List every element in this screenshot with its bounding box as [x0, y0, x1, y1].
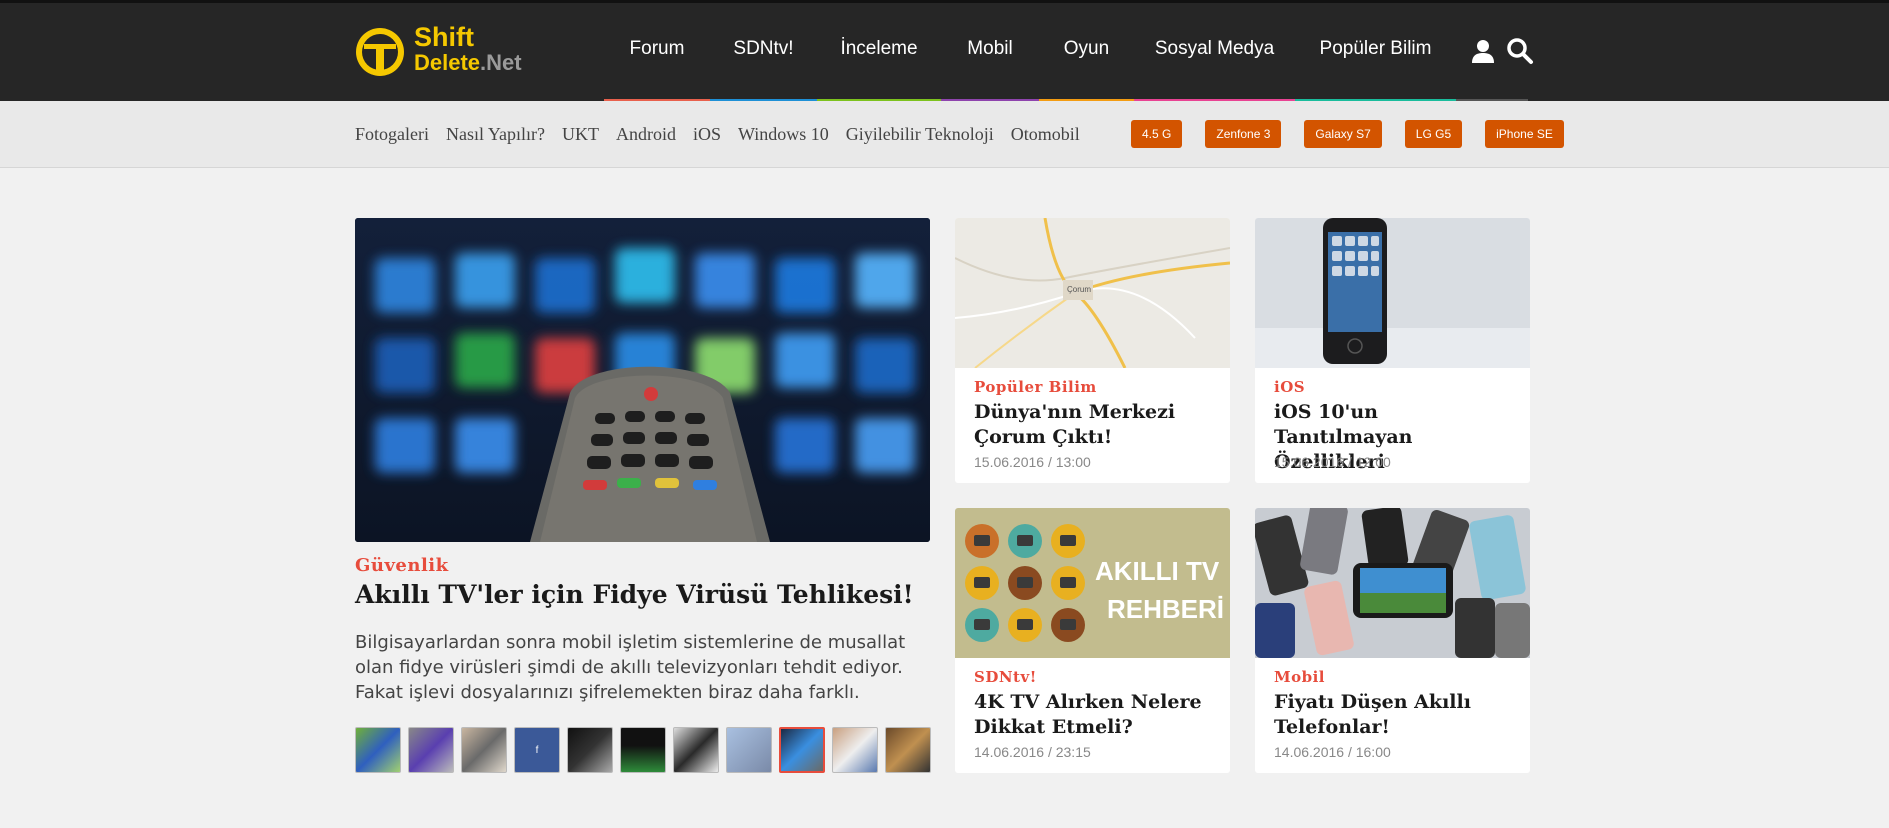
search-icon[interactable]	[1506, 37, 1534, 65]
map-city-label: Çorum	[1067, 285, 1091, 294]
logo-mark-icon	[356, 28, 404, 76]
sub-nav-fotogaleri[interactable]: Fotogaleri	[355, 124, 429, 145]
article-card[interactable]: Mobil Fiyatı Düşen Akıllı Telefonlar! 14…	[1255, 508, 1530, 773]
card-category[interactable]: Popüler Bilim	[974, 378, 1097, 396]
thumbnail[interactable]	[355, 727, 401, 773]
card-date: 15.06.2016 / 12:00	[1274, 454, 1391, 470]
article-card[interactable]: AKILLI TV REHBERİ SDNtv! 4K TV Alırken N…	[955, 508, 1230, 773]
tv-guide-line2: REHBERİ	[1107, 594, 1224, 624]
nav-label: İnceleme	[840, 38, 918, 59]
card-title[interactable]: Dünya'nın Merkezi Çorum Çıktı!	[974, 400, 1219, 450]
hero-category[interactable]: Güvenlik	[355, 555, 449, 576]
tv-guide-image: AKILLI TV REHBERİ	[955, 508, 1230, 658]
nav-item-mobil[interactable]: Mobil	[941, 3, 1039, 104]
sub-nav-giyilebilir[interactable]: Giyilebilir Teknoloji	[846, 124, 994, 145]
card-date: 15.06.2016 / 13:00	[974, 454, 1091, 470]
article-card[interactable]: iOS iOS 10'un Tanıtılmayan Özellikleri 1…	[1255, 218, 1530, 483]
nav-label: SDNtv!	[733, 38, 794, 59]
nav-label: Sosyal Medya	[1154, 38, 1275, 59]
phones-image	[1255, 508, 1530, 658]
card-category[interactable]: SDNtv!	[974, 668, 1037, 686]
thumbnail[interactable]	[726, 727, 772, 773]
article-card[interactable]: Çorum Popüler Bilim Dünya'nın Merkezi Ço…	[955, 218, 1230, 483]
thumbnail[interactable]	[567, 727, 613, 773]
sub-nav: Fotogaleri Nasıl Yapılır? UKT Android iO…	[355, 101, 1097, 168]
thumbnail[interactable]	[408, 727, 454, 773]
card-title[interactable]: Fiyatı Düşen Akıllı Telefonlar!	[1274, 690, 1519, 740]
sub-nav-windows-10[interactable]: Windows 10	[738, 124, 829, 145]
tv-guide-line1: AKILLI TV	[1095, 556, 1220, 586]
nav-item-inceleme[interactable]: İnceleme	[817, 3, 941, 104]
card-date: 14.06.2016 / 16:00	[1274, 744, 1391, 760]
logo-delete: Delete.Net	[414, 50, 522, 76]
hero-thumbnail-strip: f	[355, 727, 938, 773]
logo-net: .Net	[480, 50, 522, 75]
nav-label: Forum	[629, 38, 685, 59]
sub-nav-android[interactable]: Android	[616, 124, 676, 145]
sub-nav-ukt[interactable]: UKT	[562, 124, 599, 145]
site-logo[interactable]: Shift Delete.Net	[354, 24, 534, 80]
sub-nav-ios[interactable]: iOS	[693, 124, 721, 145]
sub-nav-nasil-yapilir[interactable]: Nasıl Yapılır?	[446, 124, 545, 145]
tag-iphone-se[interactable]: iPhone SE	[1485, 120, 1564, 148]
tag-zenfone-3[interactable]: Zenfone 3	[1205, 120, 1282, 148]
logo-shift: Shift	[414, 22, 474, 52]
nav-item-sdntv[interactable]: SDNtv!	[710, 3, 817, 104]
nav-label: Popüler Bilim	[1319, 38, 1432, 59]
tag-galaxy-s7[interactable]: Galaxy S7	[1304, 120, 1382, 148]
main-nav: Forum SDNtv! İnceleme Mobil Oyun Sosyal …	[604, 3, 1528, 104]
hero-title[interactable]: Akıllı TV'ler için Fidye Virüsü Tehlikes…	[355, 580, 914, 609]
thumbnail[interactable]	[461, 727, 507, 773]
top-header: Shift Delete.Net Forum SDNtv! İnceleme M…	[0, 0, 1889, 104]
nav-item-forum[interactable]: Forum	[604, 3, 710, 104]
hero-image[interactable]	[355, 218, 930, 542]
card-title[interactable]: 4K TV Alırken Nelere Dikkat Etmeli?	[974, 690, 1219, 740]
user-icon[interactable]	[1469, 37, 1497, 65]
nav-item-sosyal-medya[interactable]: Sosyal Medya	[1134, 3, 1295, 104]
nav-label: Mobil	[967, 38, 1013, 59]
sub-nav-otomobil[interactable]: Otomobil	[1011, 124, 1080, 145]
thumbnail[interactable]	[832, 727, 878, 773]
facebook-thumbnail[interactable]: f	[514, 727, 560, 773]
tag-4-5g[interactable]: 4.5 G	[1131, 120, 1183, 148]
map-image: Çorum	[955, 218, 1230, 368]
sub-nav-bar: Fotogaleri Nasıl Yapılır? UKT Android iO…	[0, 101, 1889, 168]
tag-lg-g5[interactable]: LG G5	[1404, 120, 1463, 148]
hero-excerpt: Bilgisayarlardan sonra mobil işletim sis…	[355, 632, 906, 703]
thumbnail-active[interactable]	[779, 727, 825, 773]
iphone-image	[1255, 218, 1530, 368]
thumbnail[interactable]	[673, 727, 719, 773]
nav-item-oyun[interactable]: Oyun	[1039, 3, 1134, 104]
tv-remote-illustration	[355, 218, 930, 542]
logo-text: Shift Delete.Net	[414, 24, 522, 76]
card-category[interactable]: iOS	[1274, 378, 1305, 396]
trending-tags: 4.5 G Zenfone 3 Galaxy S7 LG G5 iPhone S…	[1131, 120, 1587, 148]
card-category[interactable]: Mobil	[1274, 668, 1325, 686]
thumbnail[interactable]	[885, 727, 931, 773]
nav-item-populer-bilim[interactable]: Popüler Bilim	[1295, 3, 1456, 104]
card-date: 14.06.2016 / 23:15	[974, 744, 1091, 760]
logo-delete-word: Delete	[414, 50, 481, 75]
nav-label: Oyun	[1063, 38, 1110, 59]
thumbnail[interactable]	[620, 727, 666, 773]
